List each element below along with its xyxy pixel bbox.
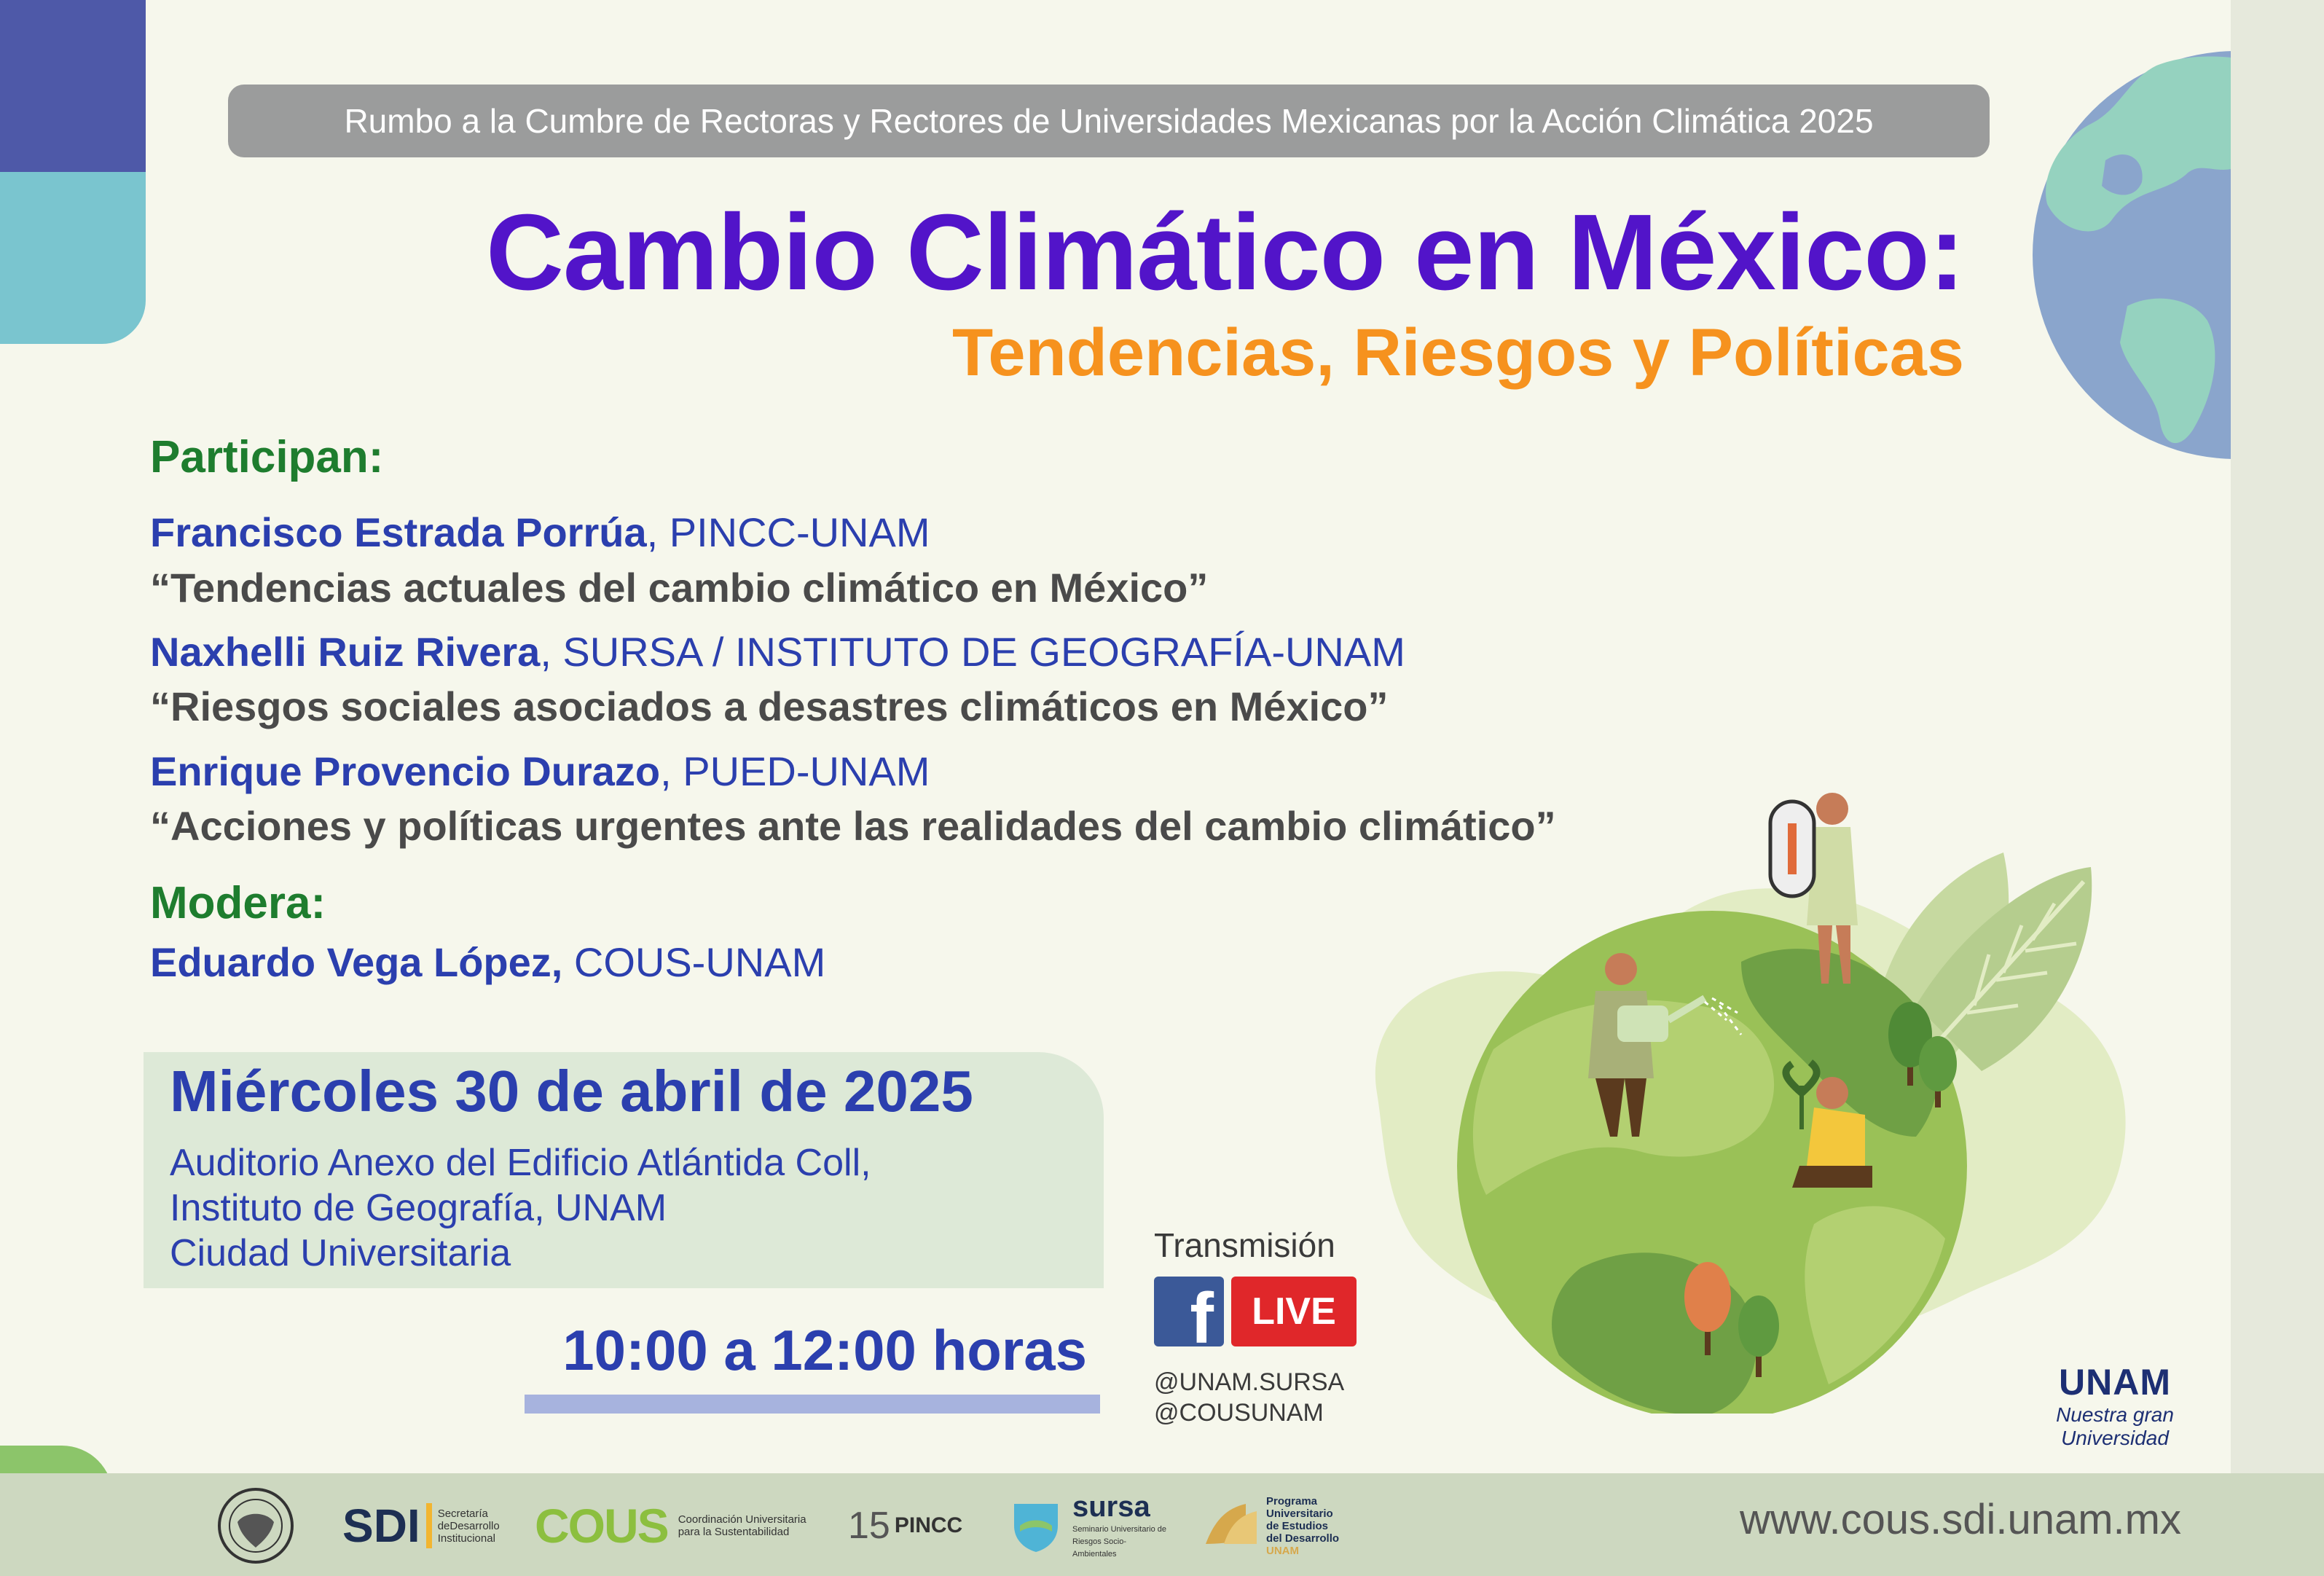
sursa-logo: sursa Seminario Universitario de Riesgos… (1007, 1481, 1167, 1571)
website-link[interactable]: www.cous.sdi.unam.mx (1740, 1495, 2181, 1544)
earth-people-illustration (1362, 787, 2149, 1414)
facebook-letter: f (1190, 1278, 1214, 1358)
unam-wordmark: UNAM (2059, 1362, 2171, 1403)
sdi-accent-bar (425, 1503, 432, 1548)
pued-text: Programa Universitario de Estudios del D… (1266, 1495, 1339, 1557)
participant-affiliation: , PINCC-UNAM (646, 509, 930, 555)
cous-text: Coordinación Universitaria para la Suste… (678, 1513, 806, 1538)
moderator-line: Eduardo Vega López, COUS-UNAM (150, 938, 825, 986)
pued-text-line: Programa (1266, 1494, 1318, 1508)
social-handle[interactable]: @COUSUNAM (1154, 1399, 1324, 1427)
live-badge[interactable]: LIVE (1231, 1277, 1357, 1346)
sursa-wordmark: sursa (1072, 1491, 1150, 1523)
sursa-shield-icon (1014, 1504, 1058, 1552)
pued-text-line: de Estudios (1266, 1519, 1329, 1532)
moderator-affiliation: COUS-UNAM (562, 939, 826, 985)
talk-title: “Acciones y políticas urgentes ante las … (150, 803, 1556, 849)
cous-wordmark: COUS (535, 1499, 670, 1553)
venue-line: Ciudad Universitaria (170, 1232, 511, 1274)
participant-line: Naxhelli Ruiz Rivera, SURSA / INSTITUTO … (150, 628, 1405, 675)
unam-seal-logo (216, 1481, 296, 1571)
participants-label: Participan: (150, 432, 384, 482)
sdi-text-line: Secretaría (437, 1507, 488, 1520)
unam-tagline-1: Nuestra gran (2056, 1403, 2174, 1426)
sursa-subtitle: Seminario Universitario de Riesgos Socio… (1072, 1525, 1166, 1559)
sdi-wordmark: SDI (342, 1499, 420, 1552)
sdi-text: Secretaría deDesarrollo Institucional (438, 1508, 500, 1545)
moderator-label: Modera: (150, 878, 326, 928)
participant-line: Francisco Estrada Porrúa, PINCC-UNAM (150, 509, 930, 556)
cous-text-line: Coordinación Universitaria (678, 1513, 806, 1526)
unam-tagline-2: Universidad (2061, 1427, 2169, 1449)
pincc-logo: 15 PINCC (848, 1481, 962, 1571)
pued-logo: Programa Universitario de Estudios del D… (1202, 1481, 1339, 1571)
participant-affiliation: , SURSA / INSTITUTO DE GEOGRAFÍA-UNAM (540, 629, 1405, 675)
moderator-name: Eduardo Vega López, (150, 939, 563, 985)
venue-line: Auditorio Anexo del Edificio Atlántida C… (170, 1142, 871, 1184)
participant-affiliation: , PUED-UNAM (660, 748, 930, 794)
page-title: Cambio Climático en México: (486, 192, 1965, 313)
pued-text-line: del Desarrollo (1266, 1532, 1340, 1545)
facebook-icon[interactable]: f (1154, 1277, 1224, 1354)
cous-text-line: para la Sustentabilidad (678, 1526, 790, 1538)
sdi-text-line: deDesarrollo (437, 1519, 500, 1532)
sursa-text: sursa Seminario Universitario de Riesgos… (1072, 1491, 1167, 1561)
decorative-right-band (2231, 0, 2324, 1576)
stream-label: Transmisión (1154, 1226, 1335, 1264)
participant-name: Francisco Estrada Porrúa (150, 509, 647, 555)
participant-name: Enrique Provencio Durazo (150, 748, 661, 794)
decorative-block-purple (0, 0, 146, 172)
sdi-logo: SDI Secretaría deDesarrollo Instituciona… (342, 1481, 500, 1571)
talk-title: “Riesgos sociales asociados a desastres … (150, 683, 1389, 729)
top-banner: Rumbo a la Cumbre de Rectoras y Rectores… (228, 85, 1990, 157)
venue-line: Instituto de Geografía, UNAM (170, 1187, 667, 1229)
pued-text-line: Universitario (1266, 1507, 1333, 1520)
decorative-block-teal (0, 172, 146, 344)
talk-title: “Tendencias actuales del cambio climátic… (150, 565, 1209, 611)
participant-name: Naxhelli Ruiz Rivera (150, 629, 541, 675)
page-subtitle: Tendencias, Riesgos y Políticas (951, 315, 1964, 390)
pued-book-icon (1206, 1504, 1257, 1544)
participant-line: Enrique Provencio Durazo, PUED-UNAM (150, 748, 930, 795)
hours-underline (525, 1395, 1100, 1414)
pued-text-line: UNAM (1266, 1544, 1299, 1557)
cous-logo: COUS Coordinación Universitaria para la … (535, 1481, 806, 1571)
social-handle[interactable]: @UNAM.SURSA (1154, 1368, 1344, 1397)
event-date: Miércoles 30 de abril de 2025 (170, 1059, 973, 1124)
globe-illustration (2018, 51, 2237, 459)
event-hours: 10:00 a 12:00 horas (562, 1318, 1087, 1382)
sdi-text-line: Institucional (437, 1532, 495, 1545)
pincc-number: 15 (848, 1505, 890, 1547)
pincc-wordmark: PINCC (894, 1513, 963, 1537)
unam-logo: UNAM Nuestra gran Universidad (2046, 1361, 2184, 1450)
